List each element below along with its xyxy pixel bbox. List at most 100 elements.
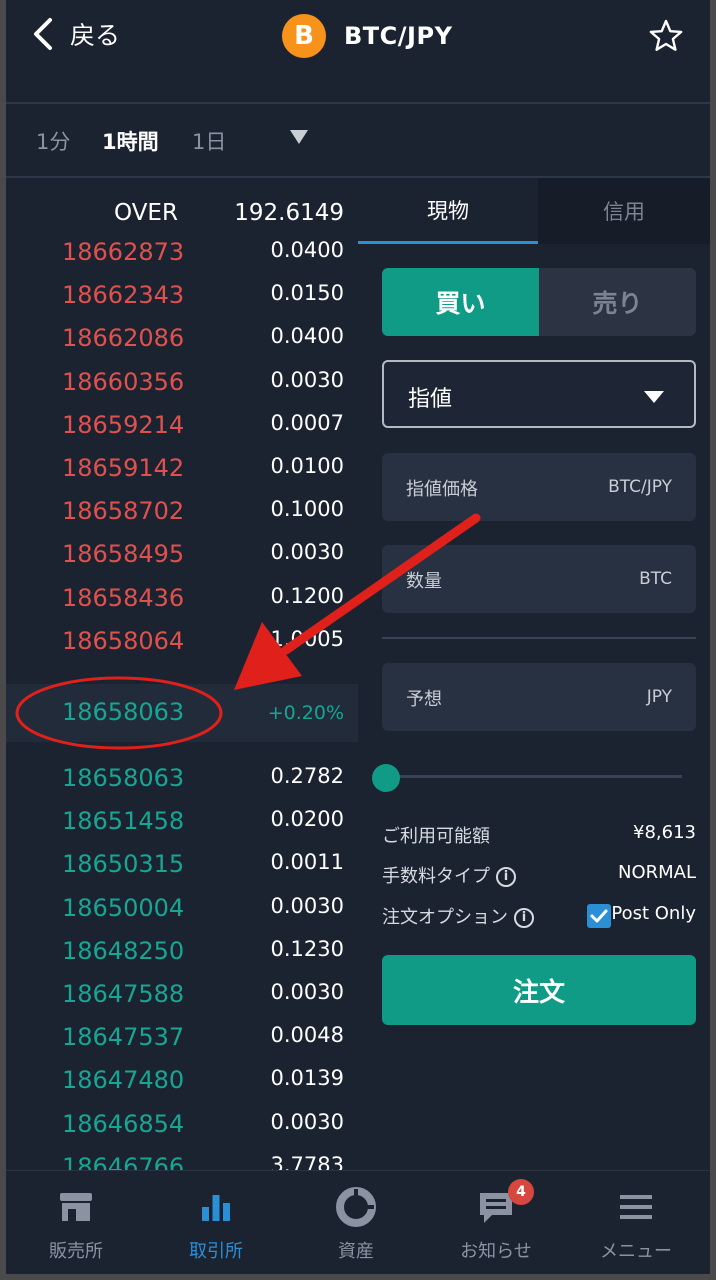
mid-price-row[interactable]: 18658063 +0.20%: [6, 684, 358, 742]
bar-chart-icon: [202, 1195, 230, 1221]
back-button[interactable]: 戻る: [32, 16, 120, 52]
bid-price: 18646766: [62, 1152, 185, 1170]
bid-row[interactable]: 18647537 0.0048: [6, 1023, 358, 1059]
nav-label: メニュー: [600, 1241, 672, 1262]
ask-qty: 0.0400: [270, 238, 344, 262]
ask-row[interactable]: 18660356 0.0030: [6, 368, 358, 404]
bid-row[interactable]: 18650315 0.0011: [6, 850, 358, 886]
order-type-value: 指値: [408, 387, 453, 412]
ask-qty: 0.0030: [270, 367, 344, 392]
trade-tabs: 現物 信用: [358, 178, 710, 244]
caret-down-icon: [644, 391, 664, 403]
bid-qty: 3.7783: [270, 1152, 344, 1170]
ask-qty: 1.0005: [270, 626, 344, 651]
ask-row[interactable]: 18659142 0.0100: [6, 454, 358, 490]
amount-slider-track[interactable]: [398, 775, 682, 778]
pie-chart-icon: [336, 1187, 376, 1227]
field-divider: [382, 637, 696, 639]
side-toggle: 買い 売り: [382, 268, 696, 336]
over-value: 192.6149: [234, 200, 344, 226]
timeframe-1h[interactable]: 1時間: [102, 126, 159, 156]
ask-row[interactable]: 18658702 0.1000: [6, 497, 358, 533]
buy-button[interactable]: 買い: [382, 268, 539, 336]
nav-label: 取引所: [189, 1241, 243, 1262]
over-row: OVER 192.6149: [6, 200, 358, 230]
ask-row[interactable]: 18658436 0.1200: [6, 584, 358, 620]
ask-qty: 0.0030: [270, 540, 344, 565]
bid-row[interactable]: 18647480 0.0139: [6, 1066, 358, 1102]
chevron-left-icon: [34, 18, 52, 50]
nav-label: 資産: [338, 1241, 374, 1262]
notification-badge: 4: [508, 1179, 534, 1205]
ask-price: 18662873: [62, 238, 185, 266]
ask-price: 18658702: [62, 497, 185, 526]
bid-price: 18647480: [62, 1066, 185, 1095]
nav-news[interactable]: 4 お知らせ: [426, 1171, 566, 1274]
option-label: 注文オプション: [382, 907, 508, 928]
ask-row[interactable]: 18658495 0.0030: [6, 540, 358, 576]
bid-qty: 0.0139: [270, 1066, 344, 1091]
bid-row[interactable]: 18651458 0.0200: [6, 807, 358, 843]
quantity-unit: BTC: [639, 569, 672, 589]
option-label-wrap: 注文オプション i: [382, 903, 534, 929]
limit-price-input[interactable]: 指値価格 BTC/JPY: [382, 453, 696, 521]
nav-label: お知らせ: [460, 1241, 532, 1262]
tab-margin[interactable]: 信用: [538, 178, 710, 244]
bid-qty: 0.1230: [270, 936, 344, 961]
bid-row[interactable]: 18647588 0.0030: [6, 980, 358, 1016]
ask-price: 18662086: [62, 324, 185, 353]
nav-store[interactable]: 販売所: [6, 1171, 146, 1274]
post-only-checkbox[interactable]: [587, 904, 611, 928]
page-title: BTC/JPY: [344, 22, 453, 50]
check-icon: [590, 909, 608, 923]
tab-spot[interactable]: 現物: [358, 178, 538, 244]
bid-qty: 0.0030: [270, 980, 344, 1004]
store-icon: [60, 1193, 92, 1221]
available-value: ¥8,613: [633, 822, 696, 843]
ask-row[interactable]: 18658064 1.0005: [6, 627, 358, 663]
header-divider: [6, 102, 710, 104]
bid-price: 18650315: [62, 850, 185, 879]
bid-row[interactable]: 18648250 0.1230: [6, 937, 358, 973]
ask-qty: 0.0007: [270, 410, 344, 435]
info-icon[interactable]: i: [496, 867, 516, 887]
ask-price: 18659142: [62, 454, 185, 482]
amount-slider-handle[interactable]: [372, 764, 400, 792]
timeframe-1d[interactable]: 1日: [192, 126, 226, 156]
bid-row[interactable]: 18646766 3.7783: [6, 1153, 358, 1170]
caret-down-icon[interactable]: [290, 130, 308, 144]
fee-row: 手数料タイプ i NORMAL: [382, 862, 696, 890]
ask-price: 18662343: [62, 281, 185, 310]
bid-price: 18646854: [62, 1109, 185, 1138]
menu-icon: [620, 1195, 652, 1219]
timeframe-1m[interactable]: 1分: [36, 126, 70, 156]
nav-assets[interactable]: 資産: [286, 1171, 426, 1274]
order-book: OVER 192.6149 18662873 0.0400 18662343 0.01…: [6, 178, 358, 1170]
ask-price: 18660356: [62, 367, 185, 396]
bid-row[interactable]: 18650004 0.0030: [6, 894, 358, 930]
star-icon[interactable]: [648, 18, 684, 54]
over-label: OVER: [114, 200, 178, 226]
ask-row[interactable]: 18659214 0.0007: [6, 411, 358, 447]
ask-row[interactable]: 18662873 0.0400: [6, 238, 358, 274]
bid-price: 18650004: [62, 893, 185, 922]
order-button[interactable]: 注文: [382, 955, 696, 1025]
ask-row[interactable]: 18662343 0.0150: [6, 281, 358, 317]
ask-price: 18658064: [62, 626, 185, 655]
order-type-select[interactable]: 指値: [382, 360, 696, 428]
bid-row[interactable]: 18646854 0.0030: [6, 1110, 358, 1146]
sell-button[interactable]: 売り: [539, 268, 696, 336]
ask-qty: 0.0400: [270, 324, 344, 349]
price-change: +0.20%: [267, 702, 344, 724]
nav-exchange[interactable]: 取引所: [146, 1171, 286, 1274]
ask-row[interactable]: 18662086 0.0400: [6, 324, 358, 360]
bid-qty: 0.0200: [270, 807, 344, 832]
bid-qty: 0.0011: [270, 850, 344, 875]
info-icon[interactable]: i: [514, 908, 534, 928]
nav-menu[interactable]: メニュー: [566, 1171, 706, 1274]
post-only-label[interactable]: Post Only: [611, 903, 696, 924]
quantity-input[interactable]: 数量 BTC: [382, 545, 696, 613]
bid-row[interactable]: 18658063 0.2782: [6, 764, 358, 800]
back-label: 戻る: [70, 21, 121, 50]
bid-price: 18647588: [62, 980, 185, 1008]
